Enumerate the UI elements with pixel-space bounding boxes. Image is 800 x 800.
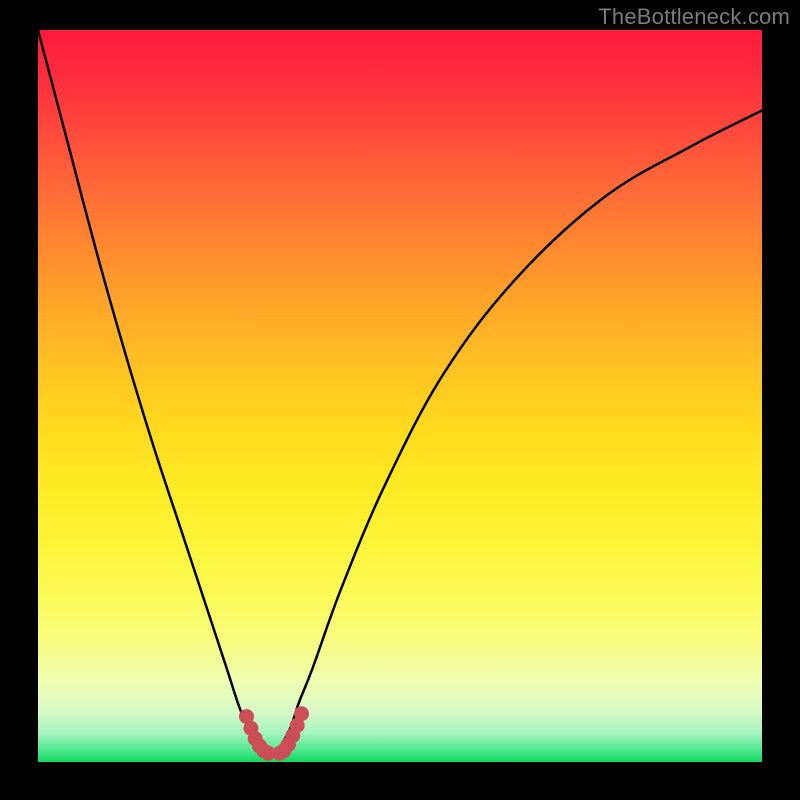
- chart-frame: TheBottleneck.com: [0, 0, 800, 800]
- chart-svg: [38, 30, 762, 762]
- optimal-marker-group: [239, 706, 309, 761]
- chart-plot-area: [38, 30, 762, 762]
- watermark-text: TheBottleneck.com: [598, 4, 790, 30]
- optimal-marker: [294, 706, 309, 721]
- bottleneck-curve: [38, 30, 762, 755]
